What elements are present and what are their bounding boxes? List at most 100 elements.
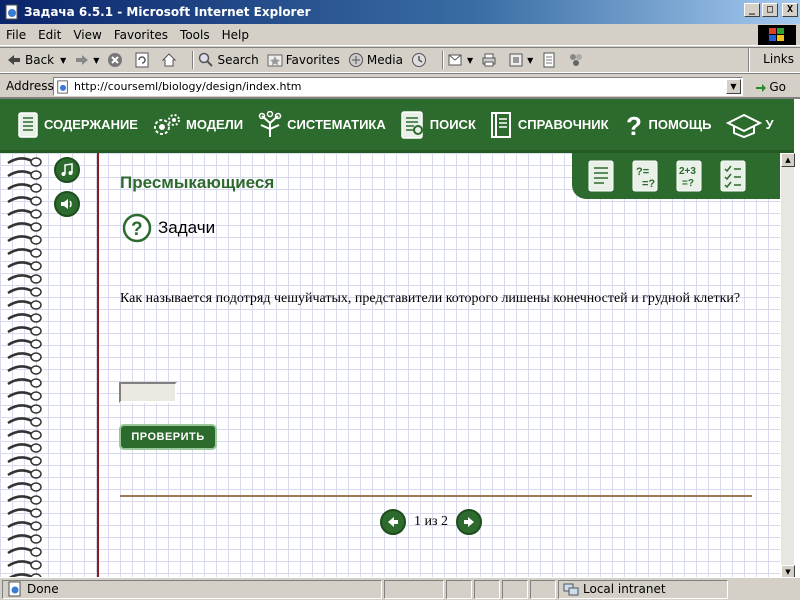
menu-tools[interactable]: Tools: [180, 28, 210, 42]
close-button[interactable]: X: [782, 3, 798, 17]
prev-page-button[interactable]: [380, 509, 406, 535]
status-text-cell: Done: [2, 579, 382, 599]
links-button[interactable]: Links: [763, 52, 794, 66]
forward-button[interactable]: ▼: [74, 52, 99, 68]
search-button[interactable]: Search: [198, 52, 259, 68]
menu-view[interactable]: View: [73, 28, 101, 42]
menu-favorites[interactable]: Favorites: [114, 28, 168, 42]
spiral-ring: [7, 235, 33, 243]
status-text: Done: [27, 582, 59, 596]
answer-input[interactable]: [119, 382, 177, 403]
forward-arrow-icon: [76, 55, 89, 65]
spiral-ring: [7, 508, 33, 516]
discuss-icon: [543, 52, 555, 68]
address-input[interactable]: http://courseml/biology/design/index.htm…: [53, 77, 743, 96]
back-arrow-icon: [8, 55, 20, 65]
address-url: http://courseml/biology/design/index.htm: [74, 80, 302, 93]
vertical-scrollbar[interactable]: ▲ ▼: [780, 153, 795, 577]
spiral-ring: [7, 222, 33, 230]
spiral-ring: [7, 417, 33, 425]
svg-text:2+3: 2+3: [679, 166, 696, 177]
mail-dropdown-icon[interactable]: ▼: [467, 56, 473, 65]
spiral-ring: [7, 365, 33, 373]
nav-help[interactable]: ? ПОМОЩЬ: [623, 111, 712, 139]
notebook-margin-line: [97, 153, 99, 577]
menu-edit[interactable]: Edit: [38, 28, 61, 42]
nav-search[interactable]: ПОИСК: [400, 110, 476, 140]
media-label: Media: [366, 53, 403, 67]
intranet-icon: [563, 583, 579, 596]
question-text: Как называется подотряд чешуйчатых, пред…: [120, 291, 741, 306]
spiral-hole: [30, 196, 42, 206]
spiral-hole: [30, 235, 42, 245]
back-button[interactable]: Back ▼: [6, 52, 66, 68]
status-cell-empty: [502, 579, 528, 599]
svg-text:?: ?: [626, 111, 642, 139]
spiral-hole: [30, 560, 42, 570]
address-label: Address: [6, 78, 54, 93]
messenger-button[interactable]: [568, 52, 587, 68]
page-counter: 1 из 2: [414, 514, 449, 529]
nav-reference-label: СПРАВОЧНИК: [517, 117, 609, 132]
go-button[interactable]: Go: [753, 79, 786, 95]
menu-help[interactable]: Help: [222, 28, 249, 42]
home-icon: [162, 53, 177, 67]
edit-button[interactable]: ▼: [508, 52, 533, 68]
refresh-button[interactable]: [134, 52, 153, 68]
spiral-ring: [7, 352, 33, 360]
spiral-hole: [30, 183, 42, 193]
menu-file[interactable]: File: [6, 28, 26, 42]
check-button[interactable]: ПРОВЕРИТЬ: [119, 424, 217, 450]
ie-page-icon: [8, 581, 21, 597]
spiral-ring: [7, 287, 33, 295]
nav-learning[interactable]: У: [725, 111, 774, 139]
discuss-button[interactable]: [541, 52, 560, 68]
minimize-button[interactable]: _: [744, 3, 760, 17]
stop-icon: [108, 53, 123, 67]
window-title-bar[interactable]: Задача 6.5.1 - Microsoft Internet Explor…: [0, 0, 800, 24]
spiral-ring: [7, 170, 33, 178]
refresh-icon: [135, 52, 149, 68]
scroll-up-icon[interactable]: ▲: [781, 153, 795, 167]
nav-contents[interactable]: СОДЕРЖАНИЕ: [16, 111, 138, 139]
toolbar-separator: [192, 51, 195, 69]
spiral-ring: [7, 274, 33, 282]
nav-systematics[interactable]: СИСТЕМАТИКА: [257, 110, 386, 139]
spiral-hole: [30, 482, 42, 492]
media-icon: [348, 53, 363, 67]
maximize-button[interactable]: □: [762, 3, 778, 17]
spiral-hole: [30, 534, 42, 544]
notebook-page: ?= =? 2+3 =? Пресмыкающиеся ? Задачи Как н…: [0, 153, 782, 577]
home-button[interactable]: [161, 52, 180, 68]
status-cell-empty: [530, 579, 556, 599]
address-bar: Address http://courseml/biology/design/i…: [0, 73, 800, 97]
music-button[interactable]: [54, 157, 80, 183]
print-button[interactable]: [481, 52, 500, 68]
nav-models[interactable]: МОДЕЛИ: [152, 111, 243, 139]
media-button[interactable]: Media: [348, 52, 403, 68]
spiral-ring: [7, 560, 33, 568]
address-dropdown-icon[interactable]: ▼: [726, 79, 741, 94]
spiral-ring: [7, 430, 33, 438]
history-button[interactable]: [411, 52, 430, 68]
back-dropdown-icon[interactable]: ▼: [60, 56, 66, 65]
spiral-hole: [30, 261, 42, 271]
forward-dropdown-icon[interactable]: ▼: [93, 56, 99, 65]
scroll-down-icon[interactable]: ▼: [781, 565, 795, 577]
mail-button[interactable]: ▼: [448, 52, 473, 68]
favorites-button[interactable]: Favorites: [267, 52, 340, 68]
browser-content: СОДЕРЖАНИЕ МОДЕЛИ СИСТЕМАТИКА ПОИСК СПРА…: [0, 97, 800, 577]
spiral-ring: [7, 196, 33, 204]
textbook-tab-icon[interactable]: [586, 159, 618, 193]
tree-icon: [258, 110, 282, 137]
spiral-hole: [30, 326, 42, 336]
sound-button[interactable]: [54, 191, 80, 217]
tasks-tab-icon[interactable]: 2+3=?: [674, 159, 706, 193]
edit-dropdown-icon[interactable]: ▼: [527, 56, 533, 65]
stop-button[interactable]: [107, 52, 126, 68]
nav-reference[interactable]: СПРАВОЧНИК: [490, 111, 609, 139]
next-page-button[interactable]: [456, 509, 483, 535]
test-tab-icon[interactable]: [718, 159, 750, 193]
svg-text:=?: =?: [642, 178, 655, 190]
questions-tab-icon[interactable]: ?==?: [630, 159, 662, 193]
